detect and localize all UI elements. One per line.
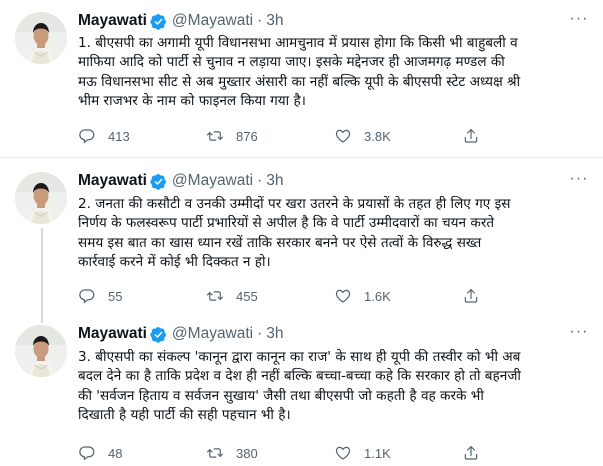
separator: · [257,172,263,189]
verified-badge-icon [150,326,167,343]
tweet-2[interactable]: Mayawati @Mayawati · 3h ··· 2. जनता की क… [0,158,603,313]
tweet-actions: 55 455 1.6K [78,286,588,306]
author-name[interactable]: Mayawati [78,325,147,343]
tweet-actions: 48 380 1.1K [78,443,588,463]
share-icon [462,287,480,305]
author-name[interactable]: Mayawati [78,172,147,190]
separator: · [257,325,263,342]
share-icon [462,444,480,462]
avatar[interactable] [15,325,67,377]
tweet-actions: 413 876 3.8K [78,126,588,146]
like-count: 1.6K [364,288,391,304]
avatar[interactable] [15,12,67,64]
author-handle[interactable]: @Mayawati [172,12,253,30]
tweet-text: 1. बीएसपी का अगामी यूपी विधानसभा आमचुनाव… [78,35,521,110]
share-button[interactable] [462,443,480,463]
like-count: 3.8K [364,128,391,144]
avatar[interactable] [15,172,67,224]
retweet-icon [206,444,224,462]
tweet-header: Mayawati @Mayawati · 3h [78,324,284,344]
retweet-count: 876 [236,128,258,144]
share-button[interactable] [462,126,480,146]
author-name[interactable]: Mayawati [78,12,147,30]
more-icon[interactable]: ··· [569,171,589,192]
retweet-button[interactable]: 455 [206,286,258,306]
heart-icon [334,287,352,305]
tweet-header: Mayawati @Mayawati · 3h [78,171,284,191]
reply-icon [78,444,96,462]
tweet-1[interactable]: Mayawati @Mayawati · 3h ··· 1. बीएसपी का… [0,0,603,156]
reply-icon [78,127,96,145]
more-icon[interactable]: ··· [569,11,589,32]
author-handle[interactable]: @Mayawati [172,172,253,190]
retweet-count: 380 [236,445,258,461]
timestamp[interactable]: 3h [266,172,283,190]
share-button[interactable] [462,286,480,306]
retweet-button[interactable]: 380 [206,443,258,463]
timestamp[interactable]: 3h [266,12,283,30]
like-button[interactable]: 3.8K [334,126,391,146]
reply-button[interactable]: 55 [78,286,122,306]
like-count: 1.1K [364,445,391,461]
more-icon[interactable]: ··· [569,324,589,345]
separator: · [257,12,263,29]
tweet-header: Mayawati @Mayawati · 3h [78,11,284,31]
tweet-3[interactable]: Mayawati @Mayawati · 3h ··· 3. बीएसपी का… [0,313,603,466]
retweet-button[interactable]: 876 [206,126,258,146]
verified-badge-icon [150,13,167,30]
reply-count: 55 [108,288,123,304]
timestamp[interactable]: 3h [266,325,283,343]
like-button[interactable]: 1.1K [334,443,391,463]
like-button[interactable]: 1.6K [334,286,391,306]
tweet-text: 3. बीएसपी का संकल्प 'कानून द्वारा कानून … [78,349,521,424]
reply-icon [78,287,96,305]
reply-count: 413 [108,128,130,144]
retweet-icon [206,127,224,145]
reply-button[interactable]: 48 [78,443,122,463]
heart-icon [334,444,352,462]
heart-icon [334,127,352,145]
reply-button[interactable]: 413 [78,126,130,146]
reply-count: 48 [108,445,123,461]
share-icon [462,127,480,145]
thread-line [41,228,43,313]
thread-line [41,313,43,323]
tweet-text: 2. जनता की कसौटी व उनकी उम्मीदों पर खरा … [78,196,511,271]
retweet-icon [206,287,224,305]
verified-badge-icon [150,173,167,190]
retweet-count: 455 [236,288,258,304]
author-handle[interactable]: @Mayawati [172,325,253,343]
